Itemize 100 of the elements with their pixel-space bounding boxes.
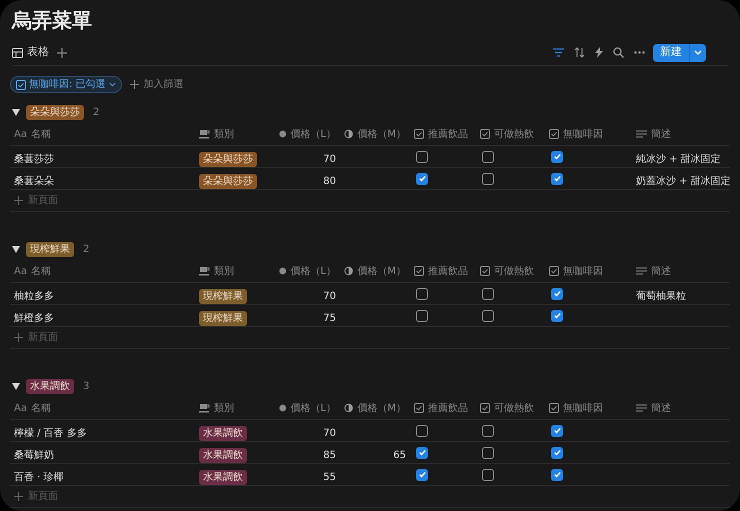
row-title[interactable]: 檸檬 / 百香 多多 <box>14 428 87 438</box>
cup-icon <box>199 266 210 276</box>
new-page-button[interactable]: 新頁面 <box>10 193 62 208</box>
triangle-icon[interactable] <box>12 108 20 116</box>
column-header[interactable]: 名稱 <box>30 126 51 142</box>
checkbox[interactable] <box>551 150 563 162</box>
column-header[interactable]: 價格（M） <box>357 264 406 278</box>
group-count: 2 <box>93 106 100 120</box>
row-title[interactable]: 桑葚莎莎 <box>14 154 54 164</box>
checkbox[interactable] <box>416 310 428 322</box>
checkmark-icon <box>552 426 562 435</box>
column-header[interactable]: 名稱 <box>30 400 51 416</box>
table-cell: 80 <box>323 176 336 186</box>
more-icon[interactable] <box>634 51 645 54</box>
table-icon <box>12 48 23 58</box>
circle-icon <box>279 266 286 276</box>
checkbox[interactable] <box>551 288 563 300</box>
column-header[interactable]: 簡述 <box>651 264 671 278</box>
checkbox[interactable] <box>416 288 428 300</box>
checkbox[interactable] <box>482 446 494 458</box>
chevron-icon <box>108 82 116 87</box>
text-type-icon: Aa <box>14 126 27 142</box>
group-tag: 現榨鮮果 <box>26 242 74 256</box>
circle-icon <box>279 403 286 413</box>
checkbox[interactable] <box>551 446 563 458</box>
checkbox-icon <box>549 403 559 413</box>
row-title[interactable]: 百香 · 珍椰 <box>14 472 64 482</box>
table-cell: 75 <box>323 312 336 324</box>
checkbox[interactable] <box>416 150 428 162</box>
new-button[interactable]: 新建 <box>653 44 690 62</box>
text-type-icon: Aa <box>14 264 27 278</box>
column-header[interactable]: 價格（M） <box>357 400 406 416</box>
column-header[interactable]: 價格（L） <box>290 126 336 142</box>
add-icon[interactable] <box>57 48 67 58</box>
checkbox[interactable] <box>482 150 494 162</box>
column-header[interactable]: 可做熱飲 <box>494 400 534 416</box>
new-page-button[interactable]: 新頁面 <box>10 489 62 504</box>
add-filter-button[interactable]: 加入篩選 <box>130 77 184 92</box>
column-header[interactable]: 可做熱飲 <box>494 126 534 142</box>
checkbox[interactable] <box>416 468 428 480</box>
checkbox-icon <box>549 266 559 276</box>
sort-icon[interactable] <box>574 47 585 58</box>
half-circle-icon <box>344 266 354 276</box>
filter-chip[interactable]: 無咖啡因: 已勾選 <box>10 76 122 93</box>
lightning-icon[interactable] <box>595 47 603 58</box>
checkbox[interactable] <box>551 424 563 436</box>
checkbox[interactable] <box>416 424 428 436</box>
row-title[interactable]: 桑葚朵朵 <box>14 176 54 186</box>
column-header[interactable]: 類別 <box>214 264 234 278</box>
checkbox-icon <box>414 129 424 139</box>
checkmark-icon <box>552 470 562 479</box>
row-title[interactable]: 柚粒多多 <box>14 290 54 302</box>
column-header[interactable]: 類別 <box>214 126 234 142</box>
checkbox-icon <box>480 129 490 139</box>
column-header[interactable]: 簡述 <box>651 126 671 142</box>
filter-icon[interactable] <box>553 48 564 57</box>
column-header[interactable]: 價格（L） <box>290 264 336 278</box>
row-title[interactable]: 桑莓鮮奶 <box>14 450 54 460</box>
table-cell: 70 <box>323 154 336 164</box>
checkbox[interactable] <box>551 310 563 322</box>
group-tag: 水果調飲 <box>26 378 74 394</box>
column-header[interactable]: 推薦飲品 <box>428 400 468 416</box>
checkbox-icon <box>480 403 490 413</box>
column-header[interactable]: 可做熱飲 <box>494 264 534 278</box>
lines-icon <box>636 266 647 276</box>
lines-icon <box>636 404 647 412</box>
checkbox[interactable] <box>416 172 428 184</box>
checkbox[interactable] <box>551 172 563 184</box>
column-header[interactable]: 無咖啡因 <box>563 126 603 142</box>
new-page-button[interactable]: 新頁面 <box>10 330 62 345</box>
search-icon[interactable] <box>613 47 624 58</box>
circle-icon <box>279 129 286 139</box>
checkbox[interactable] <box>482 172 494 184</box>
view-tab[interactable]: 表格 <box>12 44 49 61</box>
column-header[interactable]: 推薦飲品 <box>428 264 468 278</box>
triangle-icon[interactable] <box>12 246 20 252</box>
checkbox[interactable] <box>482 424 494 436</box>
column-header[interactable]: 無咖啡因 <box>563 264 603 278</box>
checkbox[interactable] <box>551 468 563 480</box>
checkbox[interactable] <box>482 468 494 480</box>
category-tag: 現榨鮮果 <box>199 288 247 304</box>
triangle-icon[interactable] <box>12 382 20 390</box>
checkbox-icon <box>16 80 26 90</box>
column-header[interactable]: 價格（M） <box>357 126 406 142</box>
column-header[interactable]: 無咖啡因 <box>563 400 603 416</box>
category-tag: 現榨鮮果 <box>199 310 247 326</box>
column-header[interactable]: 簡述 <box>651 400 671 416</box>
column-header[interactable]: 推薦飲品 <box>428 126 468 142</box>
column-header[interactable]: 名稱 <box>30 264 51 278</box>
checkbox[interactable] <box>416 446 428 458</box>
checkbox-icon <box>414 266 424 276</box>
checkmark-icon <box>552 174 562 183</box>
table-cell: 70 <box>323 428 336 438</box>
checkbox[interactable] <box>482 288 494 300</box>
column-header[interactable]: 價格（L） <box>290 400 336 416</box>
checkbox[interactable] <box>482 310 494 322</box>
checkmark-icon <box>552 311 562 320</box>
column-header[interactable]: 類別 <box>214 400 234 416</box>
dropdown-button[interactable] <box>690 44 706 62</box>
row-title[interactable]: 鮮橙多多 <box>14 312 54 324</box>
